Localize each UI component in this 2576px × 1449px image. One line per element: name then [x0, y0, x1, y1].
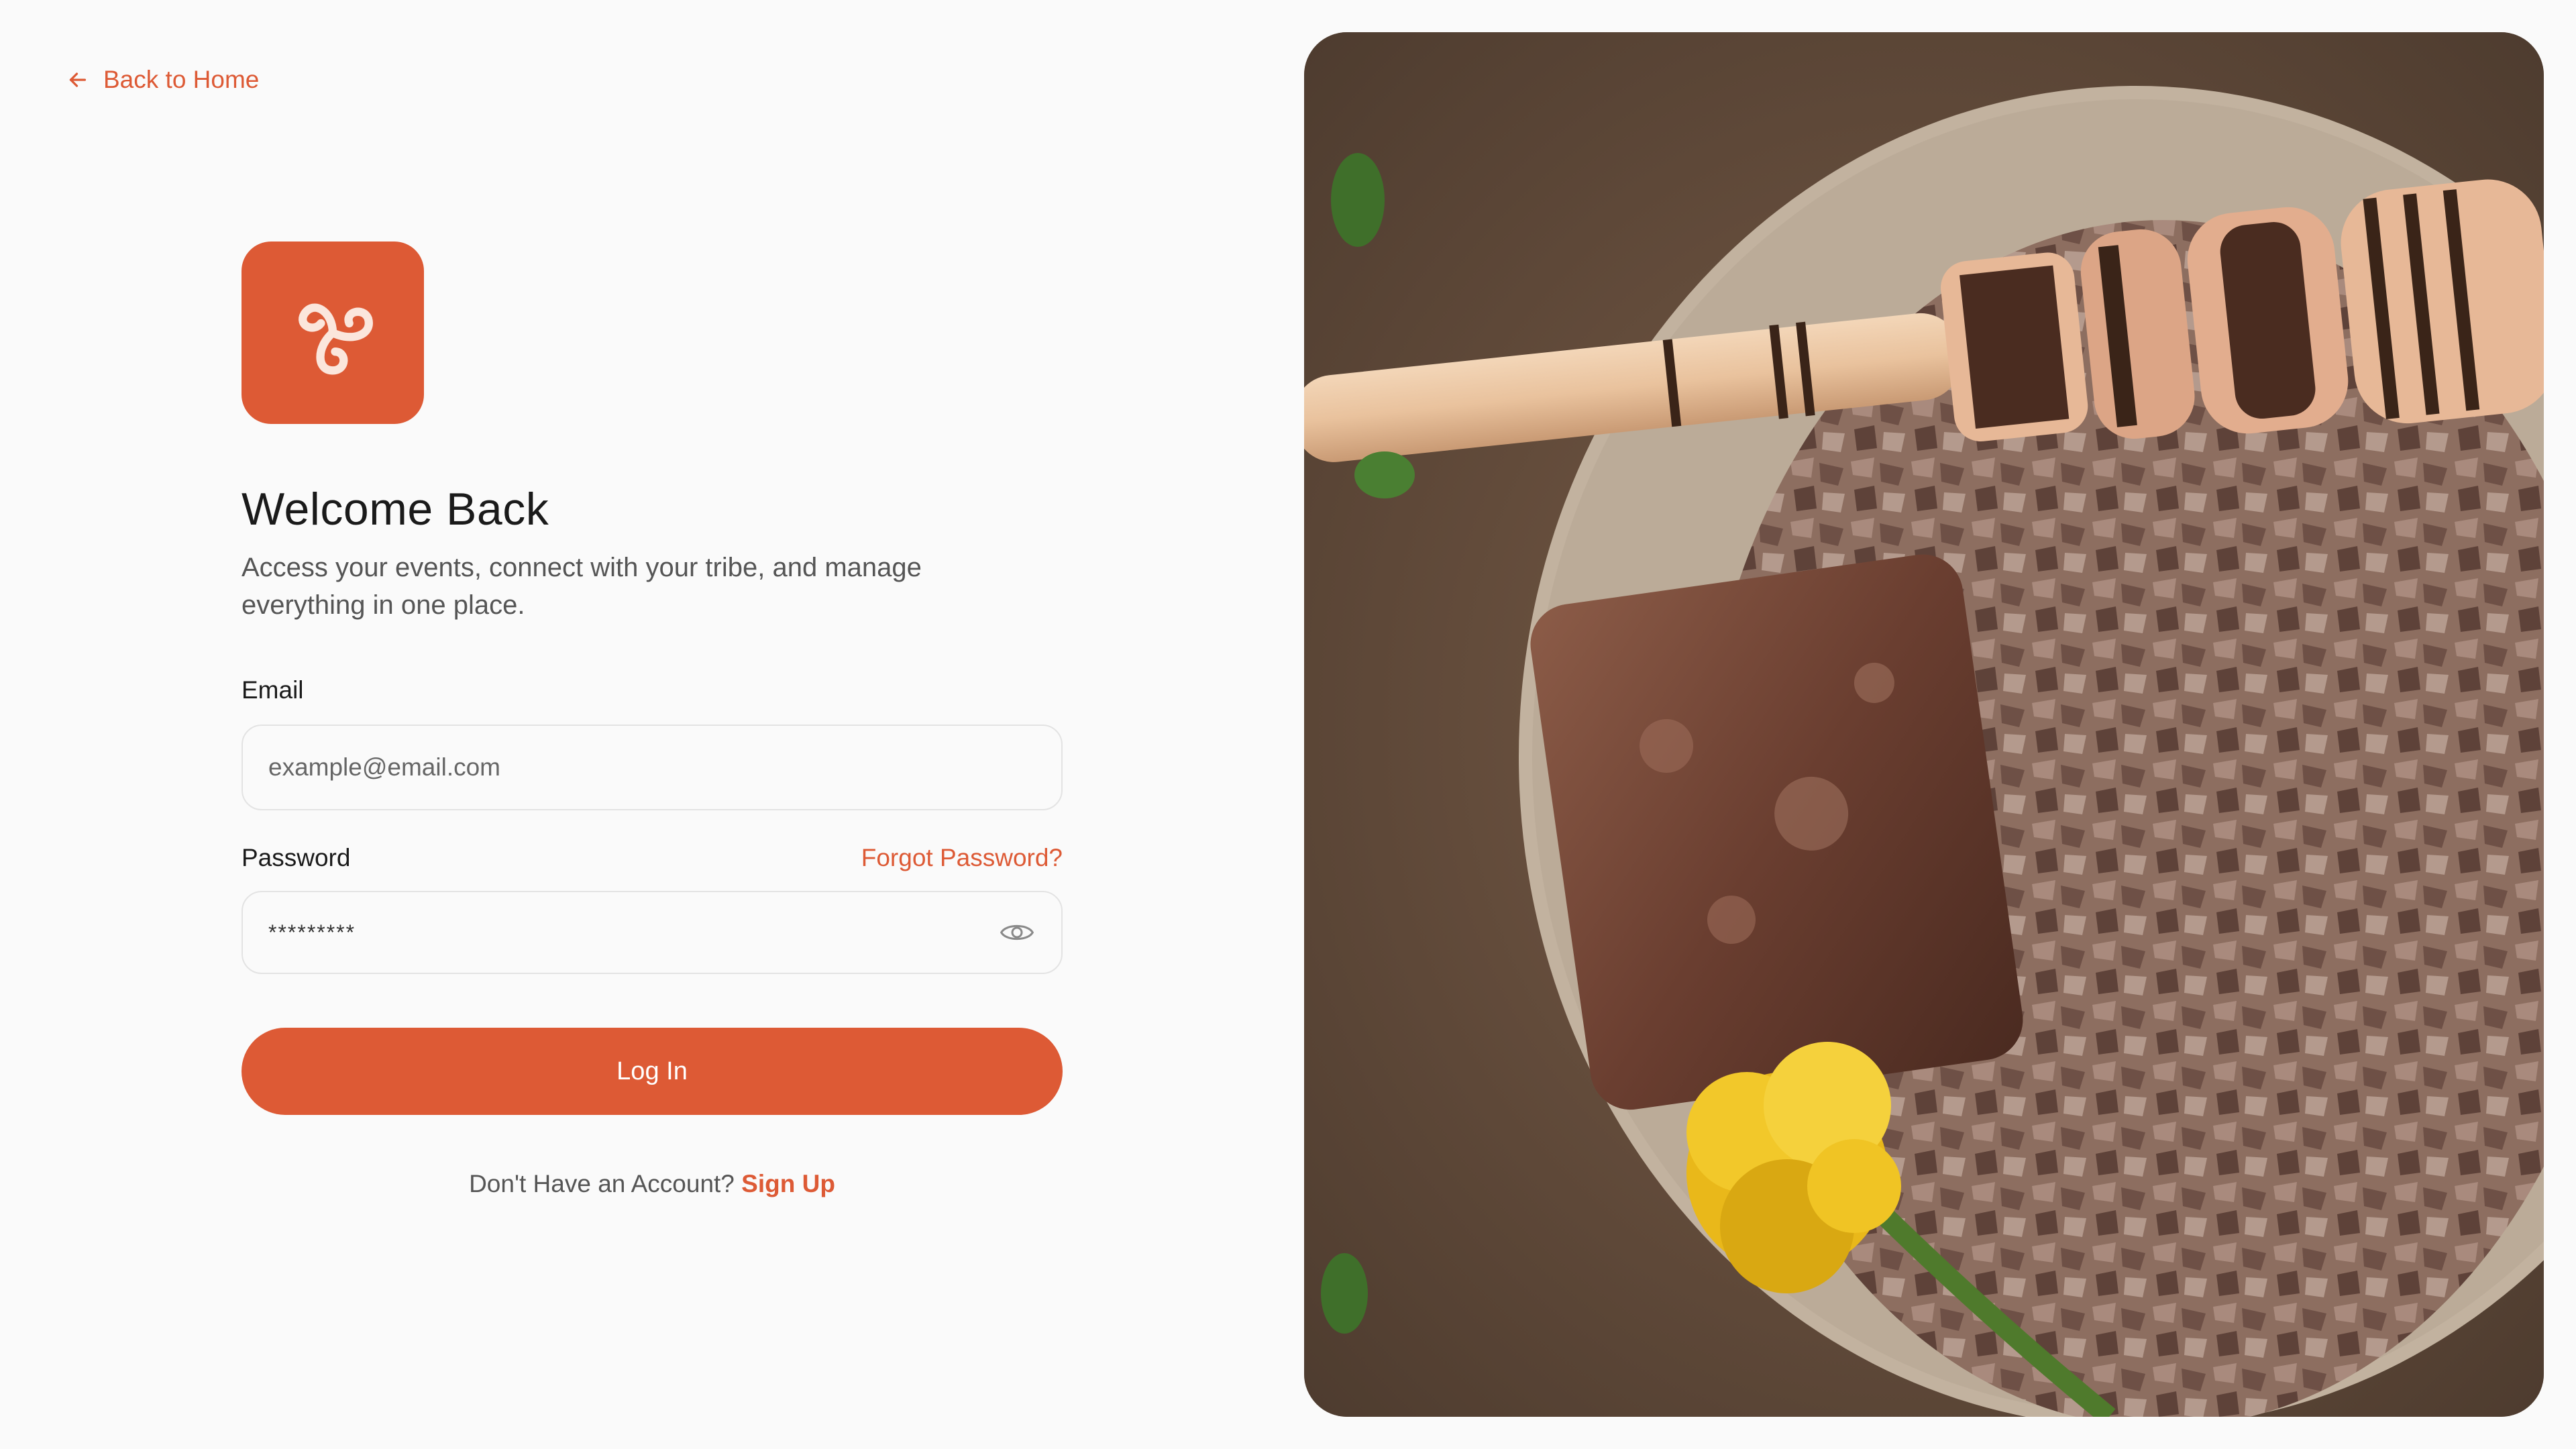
email-field[interactable] [268, 753, 1036, 782]
back-to-home-link[interactable]: Back to Home [66, 66, 259, 94]
triskele-icon [299, 303, 373, 375]
password-field[interactable]: ********* [241, 891, 1063, 974]
page-subtitle: Access your events, connect with your tr… [241, 553, 922, 620]
hero-photo [1304, 32, 2544, 1417]
arrow-left-icon [69, 72, 87, 87]
page-title: Welcome Back [241, 484, 549, 535]
login-page: Back to Home Welcome Back Access your ev… [0, 0, 2576, 1449]
signup-prompt: Don't Have an Account? Sign Up [241, 1170, 1063, 1198]
password-label-row: Password Forgot Password? [241, 844, 1063, 872]
password-label: Password [241, 844, 351, 871]
eye-icon[interactable] [998, 914, 1036, 951]
email-field-box [241, 724, 1063, 810]
back-link-label: Back to Home [103, 66, 260, 93]
login-button[interactable]: Log In [241, 1028, 1063, 1115]
chocolate-molinillo-photo [1304, 32, 2544, 1417]
login-form: Welcome Back Access your events, connect… [241, 241, 1063, 1198]
forgot-password-link[interactable]: Forgot Password? [861, 844, 1063, 872]
email-label: Email [241, 676, 304, 704]
signup-prompt-text: Don't Have an Account? [469, 1170, 735, 1197]
app-logo [241, 241, 424, 424]
password-value: ********* [268, 920, 356, 945]
signup-link[interactable]: Sign Up [741, 1170, 835, 1197]
